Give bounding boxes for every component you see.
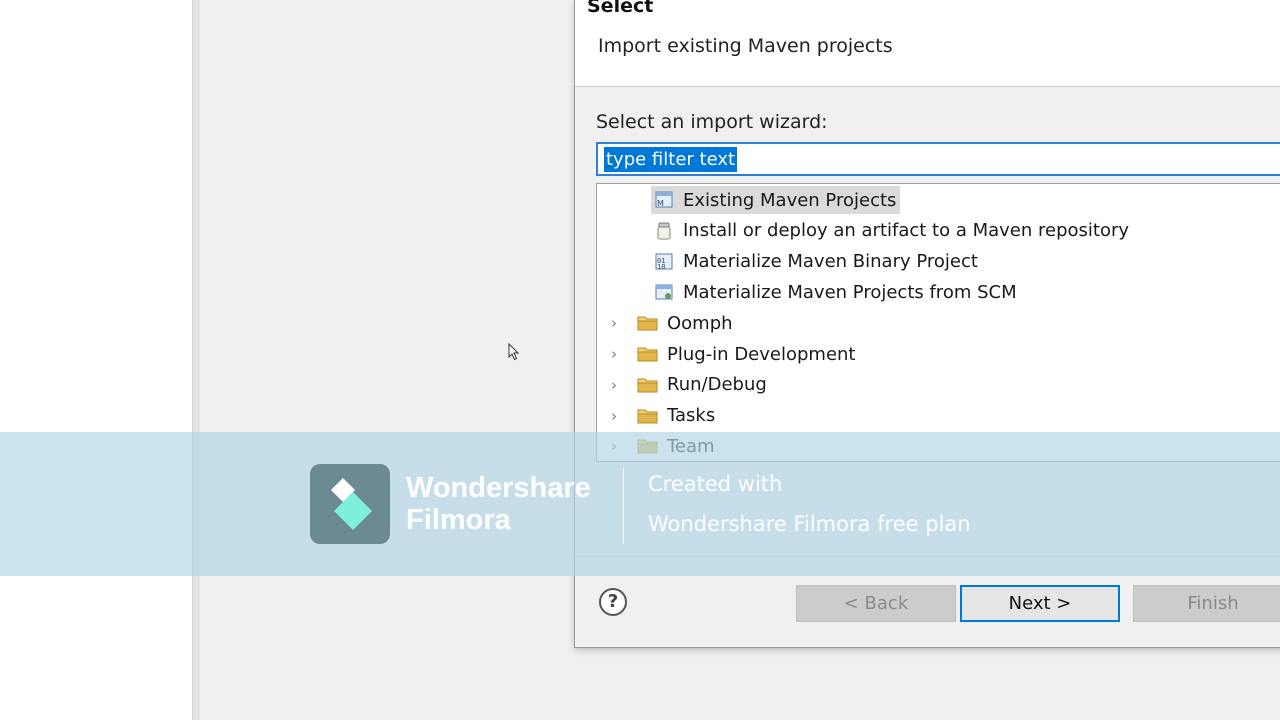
tree-item-content[interactable]: 01 10 Materialize Maven Binary Project xyxy=(651,248,982,276)
maven-project-icon: M xyxy=(653,190,675,210)
folder-icon xyxy=(637,313,659,333)
back-button[interactable]: < Back xyxy=(796,585,956,622)
tree-item[interactable]: › Oomph xyxy=(607,309,737,337)
tree-item-label: Plug-in Development xyxy=(667,343,856,365)
chevron-right-icon[interactable]: › xyxy=(607,376,621,394)
finish-button[interactable]: Finish xyxy=(1133,585,1280,622)
watermark-created-with: Created with xyxy=(648,472,783,496)
tree-item[interactable]: › Run/Debug xyxy=(607,371,771,399)
wizard-label: Select an import wizard: xyxy=(596,111,828,133)
tree-item[interactable]: › Plug-in Development xyxy=(607,340,860,368)
tree-item-label: Materialize Maven Projects from SCM xyxy=(683,281,1017,303)
help-button[interactable]: ? xyxy=(599,588,627,616)
tree-item-label: Materialize Maven Binary Project xyxy=(683,251,978,273)
chevron-right-icon[interactable]: › xyxy=(607,314,621,332)
mouse-pointer-icon xyxy=(508,343,520,361)
filter-input[interactable] xyxy=(596,142,1280,176)
tree-item[interactable]: Install or deploy an artifact to a Maven… xyxy=(651,217,1133,245)
tree-item-content[interactable]: Oomph xyxy=(635,309,737,337)
folder-icon xyxy=(637,344,659,364)
filmora-logo-icon xyxy=(310,464,390,544)
chevron-right-icon[interactable]: › xyxy=(607,345,621,363)
watermark-brand: Wondershare Filmora xyxy=(406,472,591,536)
watermark-brand-line1: Wondershare xyxy=(406,472,591,504)
tree-item-content[interactable]: Materialize Maven Projects from SCM xyxy=(651,278,1021,306)
next-button[interactable]: Next > xyxy=(960,585,1120,622)
wizard-tree[interactable]: M Existing Maven Projects Install or deplo… xyxy=(596,183,1280,462)
tree-item[interactable]: M Existing Maven Projects xyxy=(651,186,901,214)
maven-binary-icon: 01 10 xyxy=(653,252,675,272)
dialog-title: Select xyxy=(587,0,654,17)
watermark-divider xyxy=(623,468,624,544)
tree-item-label: Oomph xyxy=(667,312,733,334)
watermark-brand-line2: Filmora xyxy=(406,504,511,536)
tree-item[interactable]: 01 10 Materialize Maven Binary Project xyxy=(651,248,982,276)
watermark-band xyxy=(0,432,1280,576)
svg-text:10: 10 xyxy=(657,263,665,271)
tree-item-label: Tasks xyxy=(667,405,716,427)
tree-item-label: Run/Debug xyxy=(667,374,767,396)
maven-scm-icon xyxy=(653,282,675,302)
dialog-header: Select Import existing Maven projects xyxy=(575,0,1280,87)
tree-item-content[interactable]: Install or deploy an artifact to a Maven… xyxy=(651,217,1133,245)
tree-item-content[interactable]: Tasks xyxy=(635,402,719,430)
svg-text:M: M xyxy=(657,199,664,208)
watermark-plan: Wondershare Filmora free plan xyxy=(648,512,971,536)
left-panel xyxy=(0,0,192,720)
tree-item-content[interactable]: M Existing Maven Projects xyxy=(651,186,901,214)
jar-icon xyxy=(653,221,675,241)
tree-item-content[interactable]: Plug-in Development xyxy=(635,340,860,368)
tree-item-content[interactable]: Run/Debug xyxy=(635,371,771,399)
tree-item[interactable]: Materialize Maven Projects from SCM xyxy=(651,278,1021,306)
folder-icon xyxy=(637,406,659,426)
tree-item[interactable]: › Tasks xyxy=(607,402,719,430)
tree-item-label: Install or deploy an artifact to a Maven… xyxy=(683,220,1130,242)
folder-icon xyxy=(637,375,659,395)
tree-item-label: Existing Maven Projects xyxy=(683,189,897,211)
chevron-right-icon[interactable]: › xyxy=(607,407,621,425)
panel-splitter[interactable] xyxy=(192,0,200,720)
dialog-subtitle: Import existing Maven projects xyxy=(598,35,893,57)
